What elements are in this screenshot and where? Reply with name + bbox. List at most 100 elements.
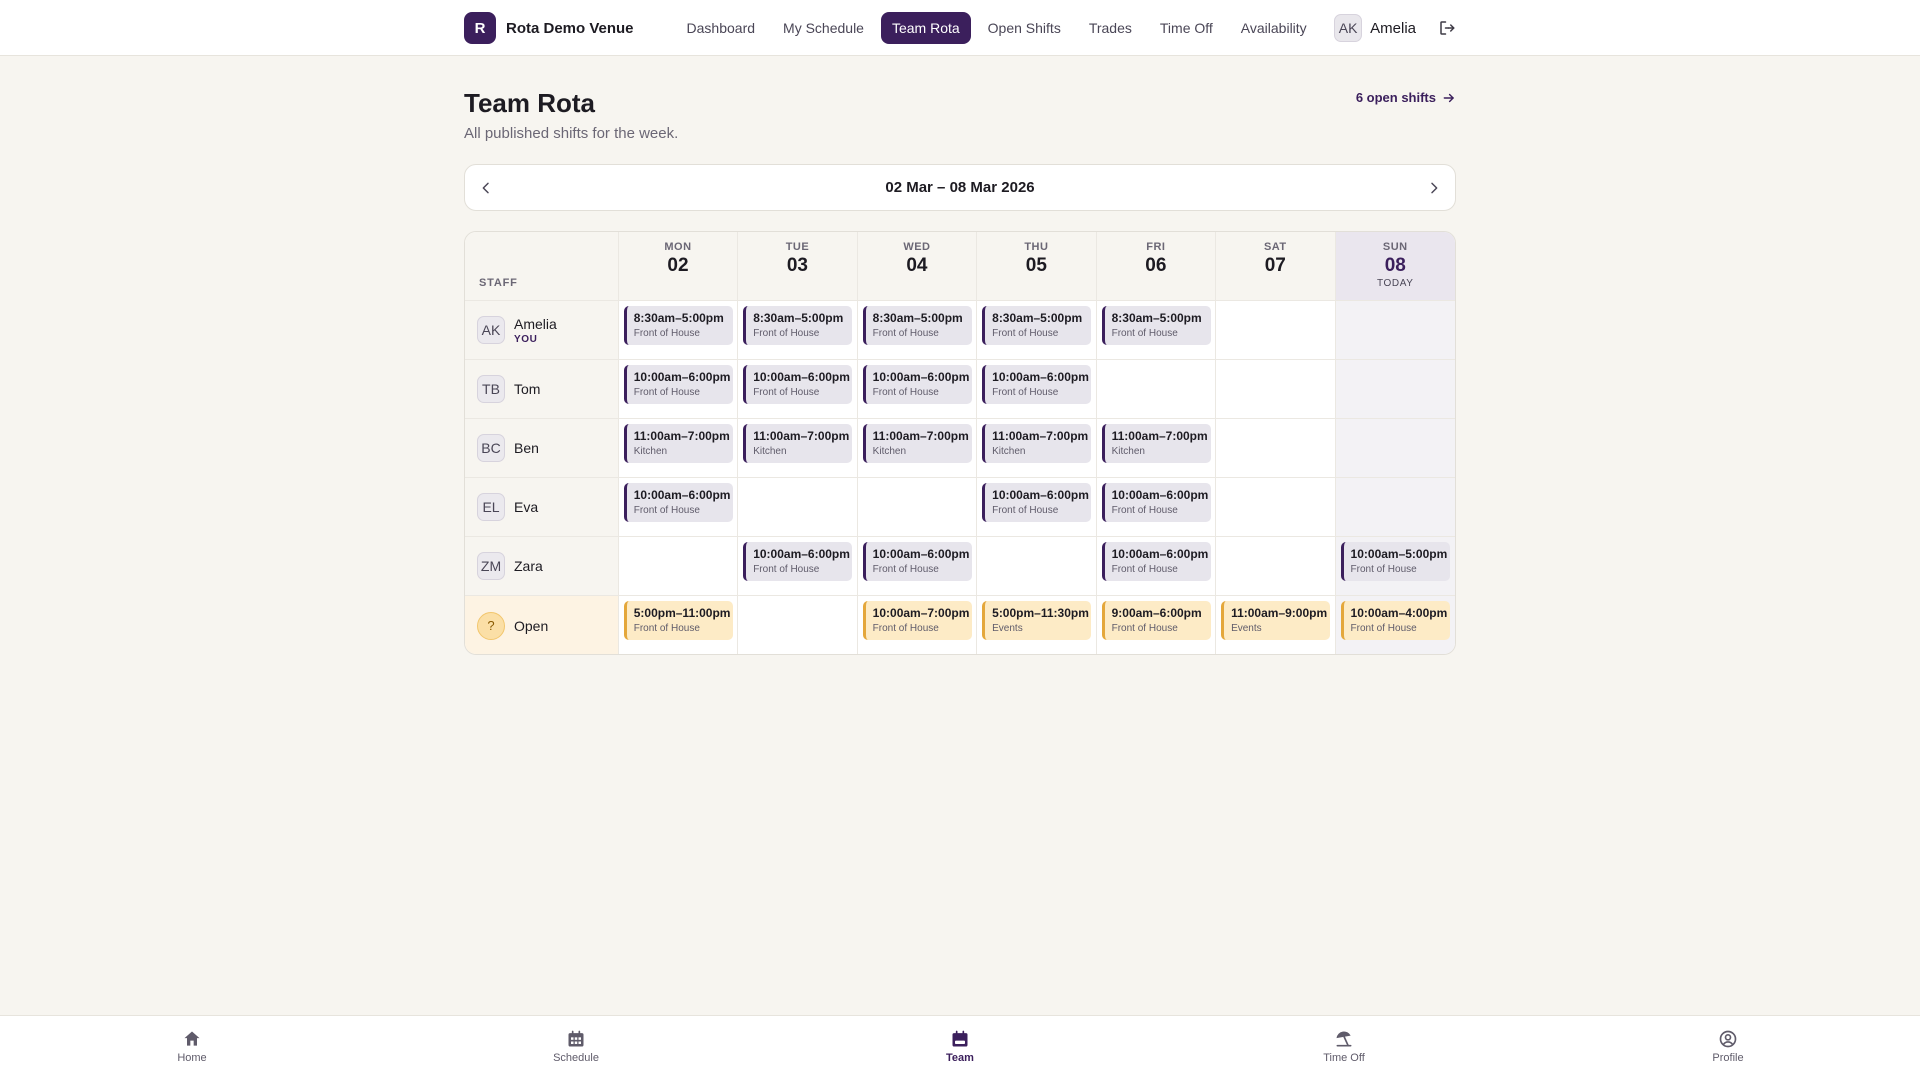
open-shift-card[interactable]: 11:00am–9:00pm Events [1221, 601, 1331, 640]
day-cell: 11:00am–7:00pm Kitchen [1097, 419, 1217, 477]
shift-role: Front of House [633, 505, 700, 516]
chevron-left-icon [482, 182, 489, 194]
shift-card[interactable]: 10:00am–5:00pm Front of House [1340, 542, 1450, 581]
nav-my-schedule[interactable]: My Schedule [772, 12, 875, 44]
shift-card[interactable]: 10:00am–6:00pm Front of House [743, 365, 853, 404]
shift-card[interactable]: 11:00am–7:00pm Kitchen [862, 424, 972, 463]
shift-card[interactable]: 10:00am–6:00pm Front of House [743, 542, 853, 581]
nav-dashboard[interactable]: Dashboard [676, 12, 767, 44]
day-cell [1216, 301, 1336, 359]
shift-role: Front of House [633, 623, 700, 634]
shift-card[interactable]: 10:00am–6:00pm Front of House [862, 365, 972, 404]
shift-card[interactable]: 8:30am–5:00pm Front of House [623, 306, 733, 345]
shift-card[interactable]: 10:00am–6:00pm Front of House [623, 365, 733, 404]
user-name: Amelia [1370, 19, 1416, 37]
shift-card[interactable]: 10:00am–6:00pm Front of House [623, 483, 733, 522]
day-of-month: 08 [1384, 255, 1406, 276]
top-navbar: R Rota Demo Venue Dashboard My Schedule … [0, 0, 1920, 56]
staff-row-ben: BC Ben 11:00am–7:00pm Kitchen 11:00am–7:00pm… [465, 419, 1455, 478]
shift-card[interactable]: 10:00am–6:00pm Front of House [1101, 542, 1211, 581]
shift-card[interactable]: 8:30am–5:00pm Front of House [982, 306, 1092, 345]
staff-row-eva: EL Eva 10:00am–6:00pm Front of House 10:00am… [465, 478, 1455, 537]
open-shifts-link[interactable]: 6 open shifts [1356, 90, 1456, 105]
nav-time-off[interactable]: Time Off [1149, 12, 1224, 44]
main-nav: Dashboard My Schedule Team Rota Open Shi… [676, 12, 1318, 44]
user-circle-icon [1719, 1030, 1737, 1048]
day-cell: 10:00am–7:00pm Front of House [858, 596, 978, 654]
shift-role: Front of House [992, 328, 1059, 339]
shift-role: Kitchen [753, 446, 787, 457]
home-icon [184, 1031, 200, 1046]
next-week-button[interactable] [1423, 177, 1445, 199]
shift-role: Kitchen [1111, 446, 1145, 457]
logout-icon[interactable] [1438, 19, 1456, 37]
staff-header-label: STAFF [479, 277, 518, 289]
staff-cell: EL Eva [465, 478, 619, 536]
tab-home[interactable]: Home [142, 1029, 242, 1064]
open-shift-avatar: ? [477, 611, 505, 640]
staff-avatar: ZM [477, 552, 505, 580]
tab-profile[interactable]: Profile [1678, 1029, 1778, 1064]
shift-time: 11:00am–7:00pm [1111, 429, 1208, 443]
shift-time: 10:00am–6:00pm [753, 547, 850, 561]
day-cell [1216, 419, 1336, 477]
shift-role: Front of House [633, 387, 700, 398]
nav-availability[interactable]: Availability [1230, 12, 1318, 44]
day-cell: 10:00am–6:00pm Front of House [619, 478, 739, 536]
shift-time: 11:00am–7:00pm [992, 429, 1089, 443]
tab-profile-label: Profile [1712, 1052, 1744, 1064]
day-cell: 10:00am–4:00pm Front of House [1335, 596, 1455, 654]
open-shift-card[interactable]: 10:00am–7:00pm Front of House [862, 601, 972, 640]
shift-card[interactable]: 10:00am–6:00pm Front of House [1101, 483, 1211, 522]
day-header-tue: TUE 03 [738, 232, 858, 300]
open-shift-card[interactable]: 9:00am–6:00pm Front of House [1101, 601, 1211, 640]
day-of-month: 06 [1145, 255, 1167, 276]
nav-open-shifts[interactable]: Open Shifts [977, 12, 1072, 44]
week-navigator: 02 Mar – 08 Mar 2026 [464, 164, 1456, 211]
shift-card[interactable]: 8:30am–5:00pm Front of House [1101, 306, 1211, 345]
day-of-week: MON [664, 241, 692, 253]
open-shift-card[interactable]: 5:00pm–11:30pm Events [982, 601, 1092, 640]
shift-role: Front of House [872, 387, 939, 398]
day-cell: 8:30am–5:00pm Front of House [1097, 301, 1217, 359]
tab-team[interactable]: Team [910, 1029, 1010, 1064]
day-header-wed: WED 04 [857, 232, 978, 300]
shift-card[interactable]: 8:30am–5:00pm Front of House [862, 306, 972, 345]
staff-row-zara: ZM Zara 10:00am–6:00pm Front of House 10:00a… [465, 537, 1455, 596]
shift-card[interactable]: 11:00am–7:00pm Kitchen [743, 424, 853, 463]
shift-time: 8:30am–5:00pm [872, 311, 963, 325]
tab-schedule[interactable]: Schedule [526, 1029, 626, 1064]
staff-name-block: Amelia YOU [514, 316, 557, 345]
shift-role: Front of House [872, 564, 939, 575]
nav-trades[interactable]: Trades [1078, 12, 1143, 44]
user-menu[interactable]: AK Amelia [1334, 14, 1456, 42]
open-shift-card[interactable]: 5:00pm–11:00pm Front of House [623, 601, 733, 640]
grid-header-row: STAFF MON 02 TUE 03 WED 04 THU 05 FRI 06 SAT 07 SUN 08… [465, 232, 1455, 301]
previous-week-button[interactable] [475, 177, 497, 199]
shift-role: Front of House [872, 623, 939, 634]
shift-card[interactable]: 8:30am–5:00pm Front of House [743, 306, 853, 345]
calendar-icon [952, 1030, 968, 1047]
day-of-week: SUN [1382, 241, 1408, 253]
shift-role: Front of House [1350, 623, 1417, 634]
day-cell: 11:00am–7:00pm Kitchen [619, 419, 739, 477]
shift-card[interactable]: 10:00am–6:00pm Front of House [982, 483, 1092, 522]
brand[interactable]: R Rota Demo Venue [464, 12, 634, 44]
open-shifts-row: ? Open 5:00pm–11:00pm Front of House 10:00am… [465, 596, 1455, 654]
shift-card[interactable]: 10:00am–6:00pm Front of House [862, 542, 972, 581]
day-cell: 11:00am–7:00pm Kitchen [977, 419, 1097, 477]
shift-time: 5:00pm–11:00pm [633, 606, 731, 620]
day-cell: 10:00am–6:00pm Front of House [977, 360, 1097, 418]
staff-name: Tom [514, 381, 541, 397]
shift-card[interactable]: 10:00am–6:00pm Front of House [982, 365, 1092, 404]
open-shift-card[interactable]: 10:00am–4:00pm Front of House [1340, 601, 1450, 640]
beach-umbrella-icon [1336, 1031, 1352, 1047]
day-cell: 8:30am–5:00pm Front of House [858, 301, 978, 359]
shift-card[interactable]: 11:00am–7:00pm Kitchen [623, 424, 733, 463]
shift-role: Kitchen [992, 446, 1026, 457]
tab-time-off[interactable]: Time Off [1294, 1029, 1394, 1064]
day-cell: 11:00am–7:00pm Kitchen [738, 419, 858, 477]
shift-card[interactable]: 11:00am–7:00pm Kitchen [1101, 424, 1211, 463]
shift-card[interactable]: 11:00am–7:00pm Kitchen [982, 424, 1092, 463]
nav-team-rota[interactable]: Team Rota [880, 12, 971, 44]
